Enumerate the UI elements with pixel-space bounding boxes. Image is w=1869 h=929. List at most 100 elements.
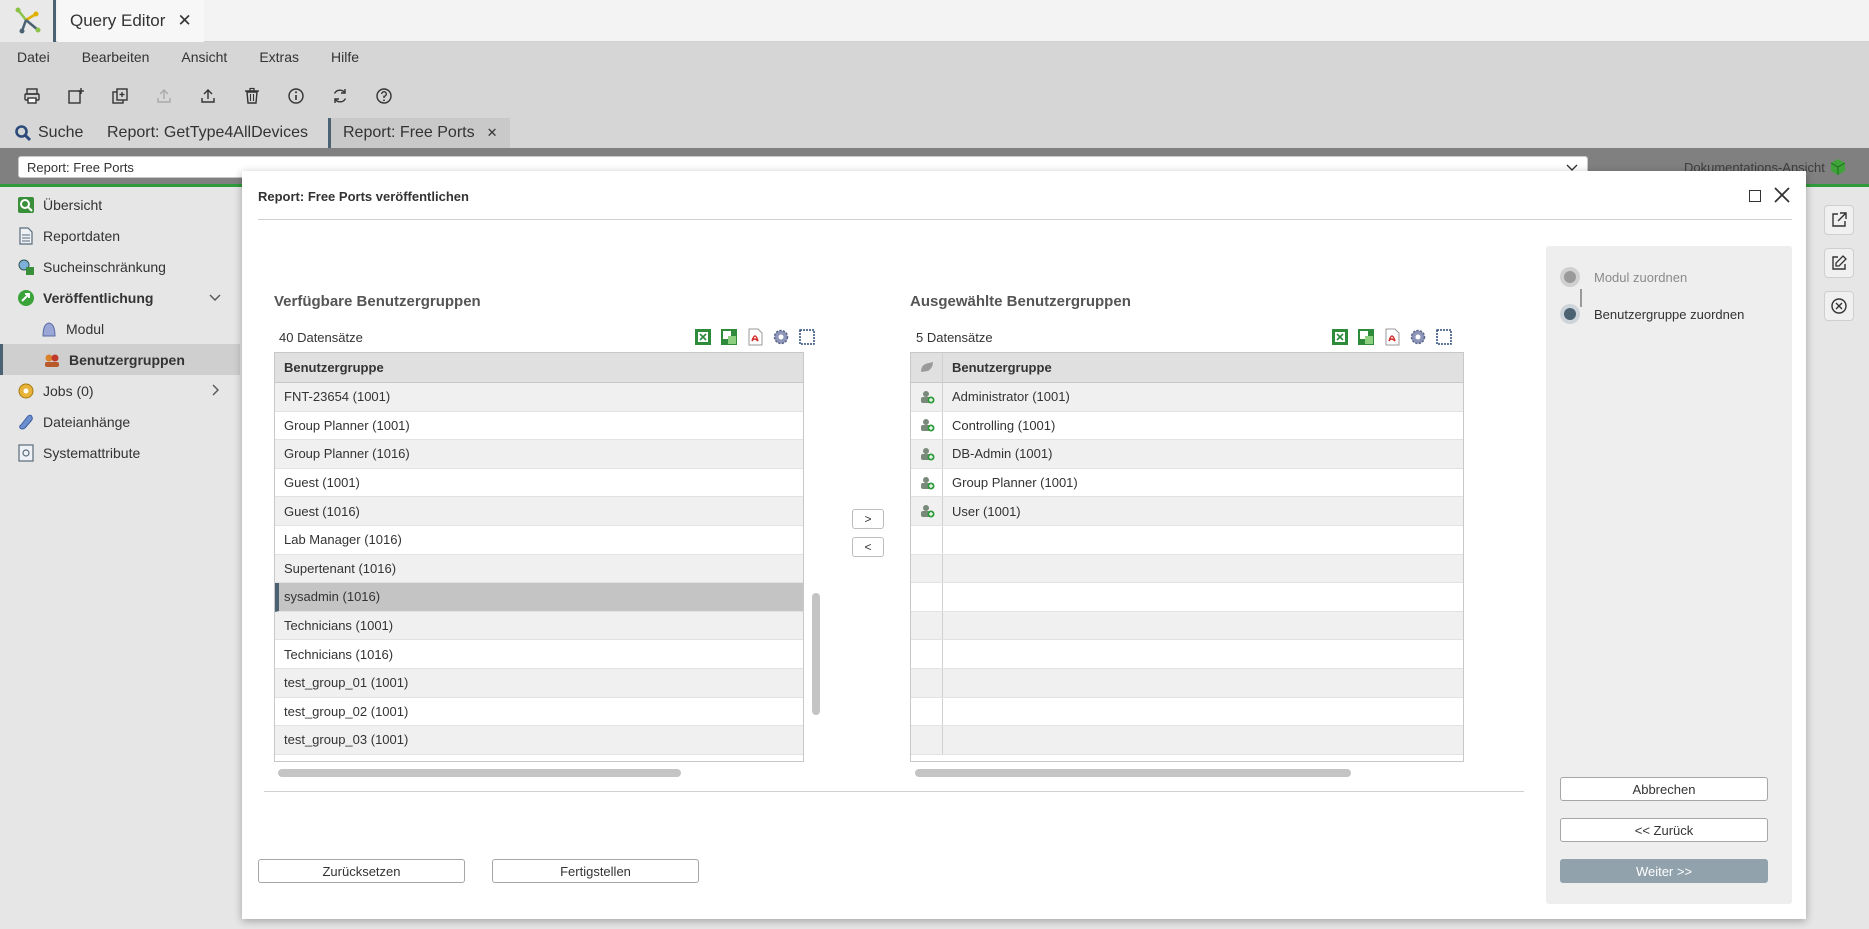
table-row[interactable]: test_group_01 (1001): [275, 668, 803, 698]
close-circle-button[interactable]: [1824, 291, 1854, 321]
delete-button[interactable]: [230, 80, 274, 112]
wizard-step-user-group[interactable]: Benutzergruppe zuordnen: [1560, 304, 1744, 324]
sidebar-item-jobs[interactable]: Jobs (0): [0, 375, 240, 406]
close-icon[interactable]: [1772, 185, 1792, 208]
pdf-export-icon[interactable]: [1383, 328, 1401, 346]
column-header-benutzergruppe: Benutzergruppe: [284, 360, 384, 375]
maximize-icon[interactable]: [1749, 190, 1761, 202]
refresh-button[interactable]: [318, 80, 362, 112]
sidebar-item-label: Benutzergruppen: [69, 351, 185, 368]
wizard-step-module[interactable]: Modul zuordnen: [1560, 267, 1687, 287]
excel-export-icon[interactable]: [1331, 328, 1349, 346]
close-icon[interactable]: ✕: [487, 125, 498, 141]
excel-export-all-icon[interactable]: [720, 328, 738, 346]
table-row[interactable]: test_group_02 (1001): [275, 698, 803, 727]
menu-ansicht[interactable]: Ansicht: [181, 49, 227, 65]
empty-row: [911, 525, 1463, 555]
sidebar-item-benutzergruppen[interactable]: Benutzergruppen: [0, 344, 240, 375]
sidebar-item-systemattribute[interactable]: Systemattribute: [0, 437, 240, 468]
horizontal-scrollbar[interactable]: [278, 769, 681, 777]
settings-icon[interactable]: [772, 328, 790, 346]
help-icon: [376, 88, 392, 104]
table-row[interactable]: DB-Admin (1001): [911, 440, 1463, 469]
publish-icon: [17, 289, 35, 307]
print-button[interactable]: [10, 80, 54, 112]
table-row[interactable]: User (1001): [911, 497, 1463, 526]
table-row[interactable]: FNT-23654 (1001): [275, 383, 803, 412]
table-row[interactable]: Guest (1001): [275, 469, 803, 498]
table-row[interactable]: Lab Manager (1016): [275, 526, 803, 555]
table-row[interactable]: Group Planner (1001): [911, 468, 1463, 498]
tab-search[interactable]: Suche: [14, 118, 83, 148]
cube-icon: [1830, 159, 1846, 175]
table-row-selected[interactable]: sysadmin (1016): [275, 583, 803, 612]
reset-button[interactable]: Zurücksetzen: [258, 859, 465, 883]
row-label: Technicians (1016): [284, 646, 394, 662]
sidebar-item-sucheinschraenkung[interactable]: Sucheinschränkung: [0, 251, 240, 282]
row-label: Supertenant (1016): [284, 560, 397, 576]
move-right-button[interactable]: >: [852, 509, 884, 529]
sidebar-item-label: Modul: [66, 320, 105, 337]
menu-extras[interactable]: Extras: [259, 49, 299, 65]
menu-bearbeiten[interactable]: Bearbeiten: [82, 49, 150, 65]
app-titlebar: [0, 0, 1869, 42]
info-button[interactable]: [274, 80, 318, 112]
menu-hilfe[interactable]: Hilfe: [331, 49, 359, 65]
filter-icon: [17, 258, 35, 276]
print-icon: [24, 88, 40, 104]
module-icon: [40, 320, 58, 338]
new-button[interactable]: [54, 80, 98, 112]
table-row[interactable]: test_group_03 (1001): [275, 726, 803, 755]
table-row[interactable]: Technicians (1001): [275, 611, 803, 641]
pdf-export-icon[interactable]: [746, 328, 764, 346]
menu-datei[interactable]: Datei: [17, 49, 50, 65]
grid-header[interactable]: Benutzergruppe: [275, 353, 803, 383]
horizontal-scrollbar[interactable]: [915, 769, 1351, 777]
sidebar-item-dateianhaenge[interactable]: Dateianhänge: [0, 406, 240, 437]
empty-row: [911, 611, 1463, 641]
excel-export-icon[interactable]: [694, 328, 712, 346]
selected-count: 5 Datensätze: [916, 330, 993, 345]
edit-icon: [1832, 255, 1847, 270]
tab-report-free-ports[interactable]: Report: Free Ports ✕: [328, 118, 510, 148]
tab-report-gettype4alldevices[interactable]: Report: GetType4AllDevices: [107, 118, 308, 148]
sidebar: Übersicht Reportdaten Sucheinschränkung …: [0, 187, 240, 929]
vertical-scrollbar[interactable]: [812, 593, 820, 715]
grid-header[interactable]: Benutzergruppe: [911, 353, 1463, 383]
table-row[interactable]: Supertenant (1016): [275, 554, 803, 584]
select-all-icon[interactable]: [798, 328, 816, 346]
sidebar-item-uebersicht[interactable]: Übersicht: [0, 189, 240, 220]
select-all-icon[interactable]: [1435, 328, 1453, 346]
assigned-user-icon: [911, 411, 943, 440]
copy-button[interactable]: [98, 80, 142, 112]
move-left-button[interactable]: <: [852, 537, 884, 557]
tab-label: Report: GetType4AllDevices: [107, 124, 308, 141]
table-row[interactable]: Controlling (1001): [911, 411, 1463, 441]
toolbar: [0, 72, 1869, 120]
table-row[interactable]: Administrator (1001): [911, 383, 1463, 412]
wizard-steps-panel: Modul zuordnen Benutzergruppe zuordnen A…: [1546, 246, 1792, 904]
table-row[interactable]: Group Planner (1001): [275, 412, 803, 441]
available-count: 40 Datensätze: [279, 330, 363, 345]
export-button[interactable]: [186, 80, 230, 112]
finish-button[interactable]: Fertigstellen: [492, 859, 699, 883]
row-label: Group Planner (1016): [284, 446, 410, 462]
row-label: Controlling (1001): [952, 417, 1056, 433]
open-external-button[interactable]: [1824, 205, 1854, 235]
help-button[interactable]: [362, 80, 406, 112]
app-tab-query-editor[interactable]: Query Editor ✕: [58, 0, 204, 42]
table-row[interactable]: Technicians (1016): [275, 640, 803, 669]
table-row[interactable]: Guest (1016): [275, 497, 803, 526]
back-button[interactable]: << Zurück: [1560, 818, 1768, 842]
excel-export-all-icon[interactable]: [1357, 328, 1375, 346]
settings-icon[interactable]: [1409, 328, 1427, 346]
next-button[interactable]: Weiter >>: [1560, 859, 1768, 883]
edit-button[interactable]: [1824, 248, 1854, 278]
upload-button[interactable]: [142, 80, 186, 112]
sidebar-item-reportdaten[interactable]: Reportdaten: [0, 220, 240, 251]
cancel-button[interactable]: Abbrechen: [1560, 777, 1768, 801]
close-icon[interactable]: ✕: [177, 11, 191, 31]
sidebar-item-modul[interactable]: Modul: [0, 313, 240, 344]
sidebar-item-veroeffentlichung[interactable]: Veröffentlichung: [0, 282, 240, 313]
table-row[interactable]: Group Planner (1016): [275, 440, 803, 469]
